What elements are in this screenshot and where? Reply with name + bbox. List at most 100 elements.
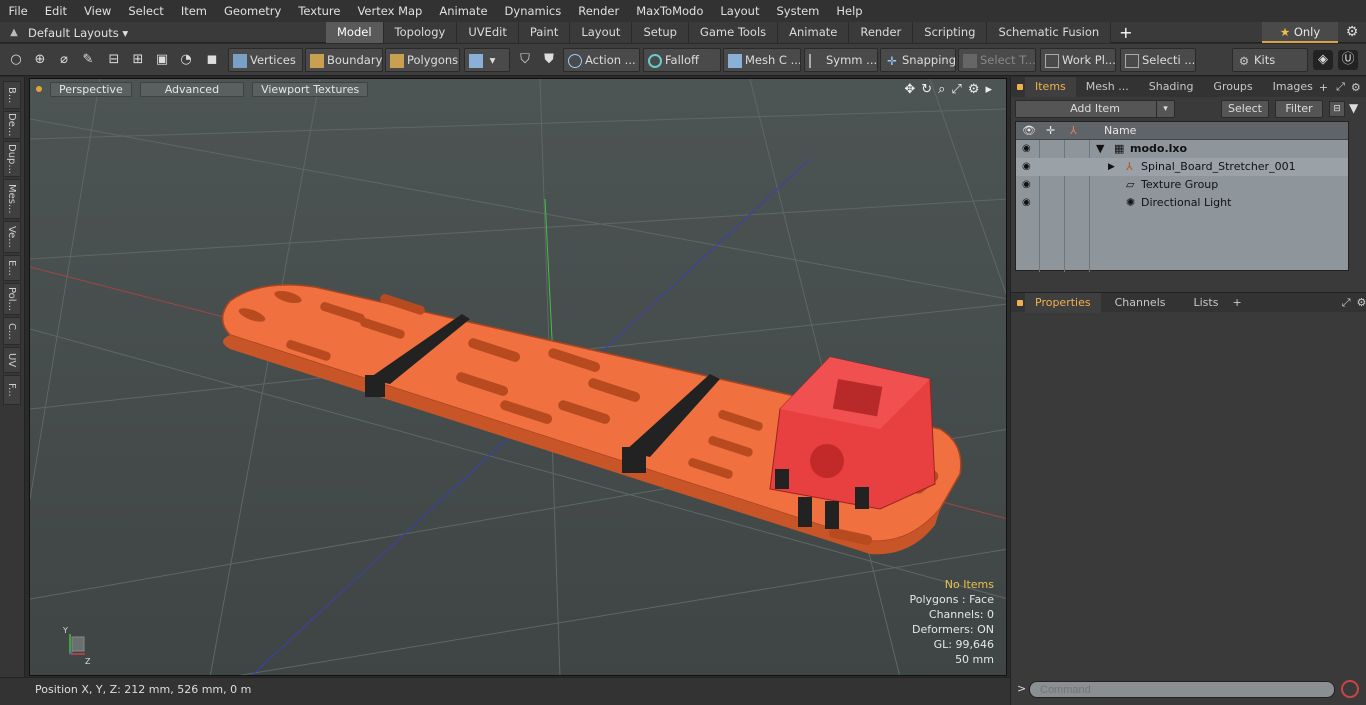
gear-icon[interactable]: ⚙ [1344,24,1360,40]
expand-props-icon[interactable]: ⤢ [1342,296,1351,310]
vertices-button[interactable]: Vertices [228,48,303,72]
unity-icon[interactable]: ◈ [1313,50,1333,70]
selection-sets-button[interactable]: Selecti ... [1120,48,1196,72]
circle-select-icon[interactable]: ○ [6,50,26,70]
menu-select[interactable]: Select [120,0,172,22]
select-through-button[interactable]: Select T... [958,48,1036,72]
advanced-button[interactable]: Advanced [139,81,245,97]
vtab-deform[interactable]: De... [3,111,21,139]
panel-menu-dot[interactable] [1017,84,1023,90]
vtab-fusion[interactable]: F... [3,375,21,405]
add-tab-icon[interactable]: + [1111,22,1140,43]
viewport-settings-icon[interactable]: ⚙ [968,82,980,97]
menu-dynamics[interactable]: Dynamics [496,0,570,22]
tab-images[interactable]: Images [1263,77,1323,97]
perspective-button[interactable]: Perspective [50,81,132,97]
tab-paint[interactable]: Paint [518,22,571,43]
3d-viewport[interactable]: Y Z Perspective Advanced Viewport Textur… [29,78,1007,676]
eye-icon[interactable]: ◉ [1022,143,1034,155]
tab-channels[interactable]: Channels [1101,293,1180,313]
tab-properties[interactable]: Properties [1025,292,1101,313]
eye-icon[interactable]: ◉ [1022,197,1034,209]
tab-items[interactable]: Items [1025,77,1076,97]
circle-icon[interactable]: ◔ [176,50,196,70]
boundary-button[interactable]: Boundary [305,48,383,72]
tree-row-mesh[interactable]: ◉ ▶ ⅄ Spinal_Board_Stretcher_001 [1016,158,1348,176]
tab-groups[interactable]: Groups [1203,77,1262,97]
zoom-view-icon[interactable]: ⌕ [938,82,945,97]
tab-layout[interactable]: Layout [570,22,633,43]
globe-icon[interactable]: ⊕ [30,50,50,70]
viewport-menu-dot[interactable] [36,86,42,92]
eye-icon[interactable]: ◉ [1022,161,1034,173]
tab-render[interactable]: Render [849,22,914,43]
maximize-view-icon[interactable]: ⤢ [951,82,961,97]
menu-system[interactable]: System [768,0,828,22]
grid-icon[interactable]: ⊞ [128,50,148,70]
vtab-vertex[interactable]: Ve... [3,221,21,253]
shield-icon[interactable]: ⛉ [515,50,535,70]
add-panel-tab-icon[interactable]: + [1319,81,1328,94]
menu-help[interactable]: Help [828,0,871,22]
menu-file[interactable]: File [0,0,36,22]
tab-schematic-fusion[interactable]: Schematic Fusion [987,22,1112,43]
vtab-duplicate[interactable]: Dup... [3,141,21,177]
menu-item[interactable]: Item [172,0,215,22]
menu-maxtomodo[interactable]: MaxToModo [628,0,712,22]
props-menu-dot[interactable] [1017,299,1023,306]
kits-button[interactable]: ⚙ Kits [1232,48,1308,72]
expand-icon[interactable]: ▼ [1096,140,1104,158]
panel-gear-icon[interactable]: ⚙ [1351,81,1361,94]
layout-dropdown[interactable]: Default Layouts ▾ [28,26,128,40]
vtab-mesh-edit[interactable]: Mes... [3,179,21,219]
viewport-arrow-icon[interactable]: ▸ [985,82,992,97]
shield-alt-icon[interactable]: ⛊ [539,50,559,70]
action-button[interactable]: Action ... [563,48,640,72]
vtab-curve[interactable]: C... [3,317,21,345]
vtab-polygon[interactable]: Pol... [3,283,21,315]
only-toggle[interactable]: ★ Only [1262,22,1338,43]
tab-topology[interactable]: Topology [383,22,458,43]
menu-vertex-map[interactable]: Vertex Map [349,0,431,22]
vtab-basic[interactable]: B... [3,81,21,109]
command-input[interactable] [1029,681,1335,698]
symmetry-button[interactable]: Symm ... [804,48,878,72]
add-props-tab-icon[interactable]: + [1232,296,1241,309]
menu-view[interactable]: View [76,0,120,22]
tab-setup[interactable]: Setup [632,22,689,43]
expand-panel-icon[interactable]: ⤢ [1336,80,1345,94]
menu-edit[interactable]: Edit [36,0,75,22]
polygons-button[interactable]: Polygons [385,48,460,72]
add-item-button[interactable]: Add Item ▾ [1015,100,1175,118]
mesh-constraint-button[interactable]: Mesh C ... [723,48,801,72]
tree-row-scene[interactable]: ◉ ▼ ▦ modo.lxo [1016,140,1348,158]
tree-row-texture-group[interactable]: ◉ ▱ Texture Group [1016,176,1348,194]
tab-uvedit[interactable]: UVEdit [457,22,519,43]
expand-icon[interactable]: ▶ [1108,158,1115,176]
vtab-uv[interactable]: UV [3,347,21,373]
work-plane-button[interactable]: Work Pl... [1040,48,1116,72]
collapse-icon[interactable]: ⊟ [1329,101,1345,117]
eye-icon[interactable]: ◉ [1022,179,1034,191]
menu-texture[interactable]: Texture [290,0,349,22]
tab-mesh[interactable]: Mesh ... [1076,77,1139,97]
tab-model[interactable]: Model [326,22,384,43]
props-gear-icon[interactable]: ⚙ [1357,296,1366,309]
collapse-up-icon[interactable]: ▲ [0,27,28,38]
move-view-icon[interactable]: ✥ [904,82,915,97]
menu-render[interactable]: Render [570,0,628,22]
tree-row-light[interactable]: ◉ ✺ Directional Light [1016,194,1348,212]
filter-funnel-icon[interactable]: ▼ [1349,101,1358,115]
viewport-textures-button[interactable]: Viewport Textures [252,81,369,97]
vtab-edge[interactable]: E... [3,255,21,281]
menu-layout[interactable]: Layout [712,0,768,22]
pen-icon[interactable]: ⌀ [54,50,74,70]
tab-scripting[interactable]: Scripting [913,22,988,43]
cube-icon[interactable]: ◼ [202,50,222,70]
menu-geometry[interactable]: Geometry [216,0,290,22]
tab-game-tools[interactable]: Game Tools [688,22,779,43]
menu-animate[interactable]: Animate [431,0,496,22]
snapping-button[interactable]: ✛ Snapping [880,48,956,72]
tab-shading[interactable]: Shading [1139,77,1204,97]
falloff-button[interactable]: Falloff [643,48,721,72]
